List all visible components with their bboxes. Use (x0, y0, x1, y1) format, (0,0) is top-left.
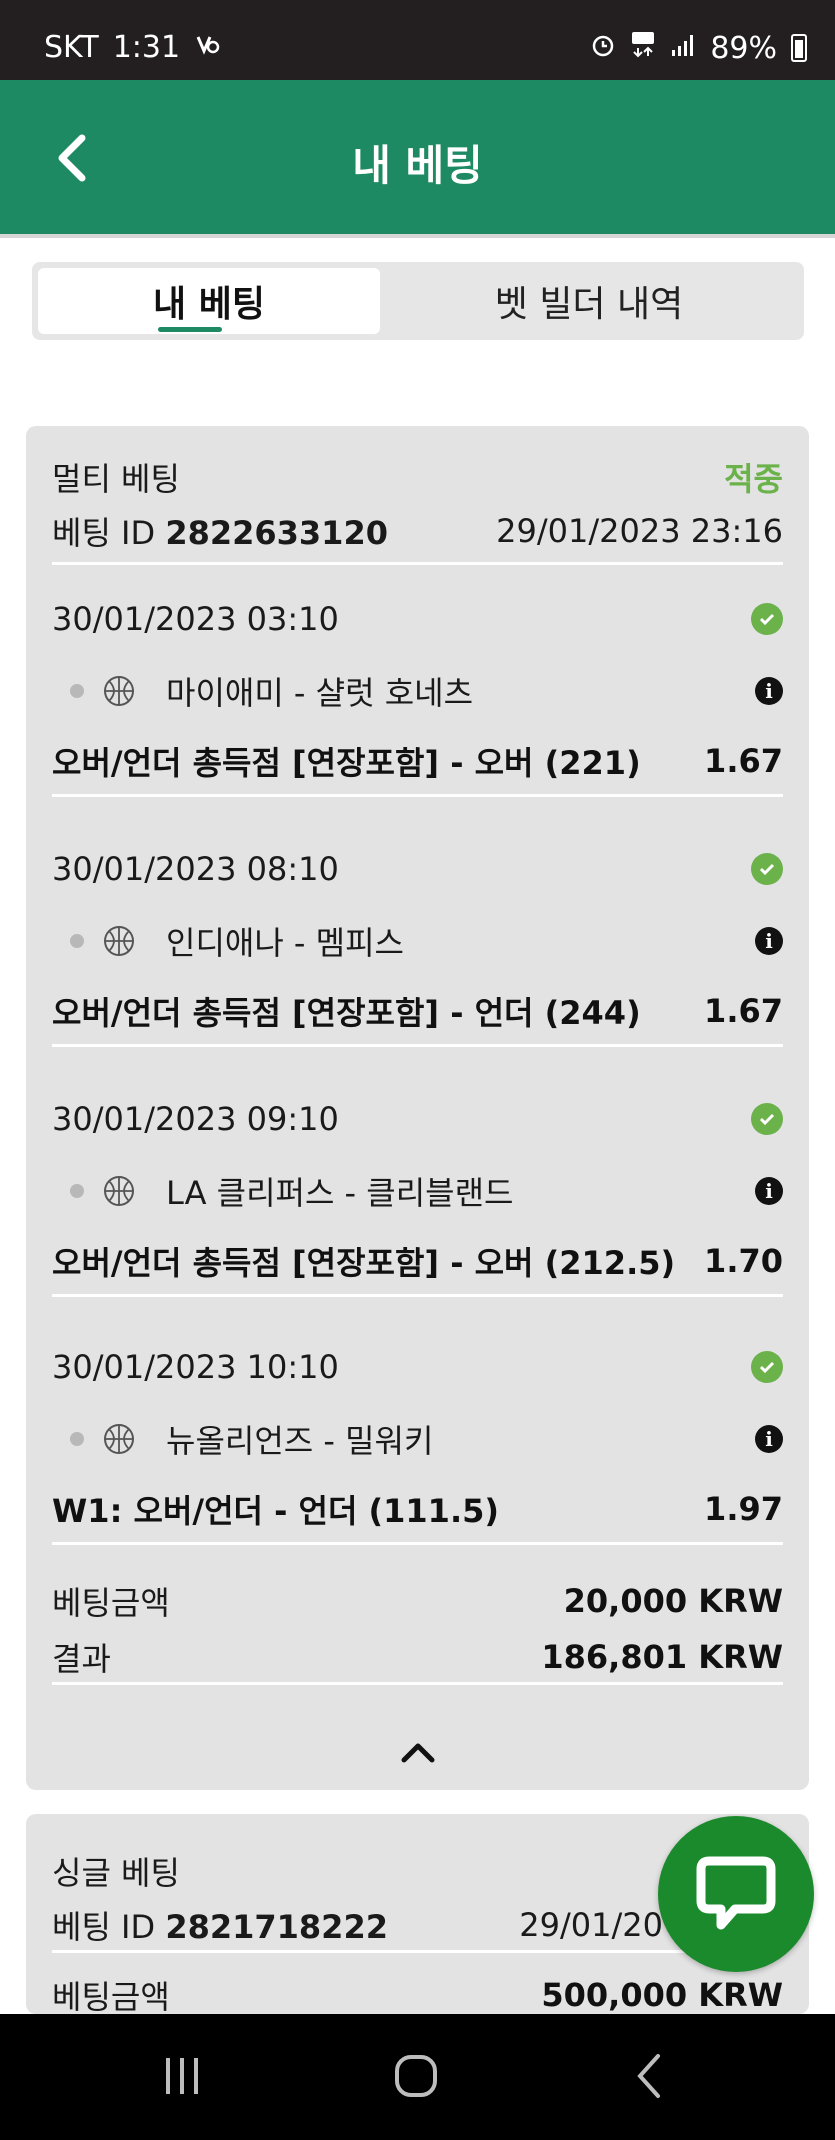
tab-label: 내 베팅 (153, 284, 265, 325)
market-selection: W1: 오버/언더 - 언더 (111.5) (52, 1492, 499, 1530)
tab-my-bets[interactable]: 내 베팅 (38, 268, 380, 334)
back-nav-button[interactable] (610, 2048, 690, 2104)
stake-label: 베팅금액 (52, 1584, 170, 1622)
bet-card-multi: 멀티 베팅 적중 베팅 ID 2822633120 29/01/2023 23:… (26, 426, 809, 1790)
recent-apps-button[interactable] (142, 2048, 222, 2104)
status-dot (70, 684, 84, 698)
match-name: LA 클리퍼스 - 클리블랜드 (166, 1174, 514, 1212)
clock: 1:31 (112, 30, 181, 65)
alarm-icon (590, 31, 616, 66)
selection-datetime: 30/01/2023 10:10 (52, 1348, 339, 1386)
bet-type: 싱글 베팅 (52, 1854, 180, 1892)
signal-icon (670, 31, 696, 66)
bet-placed-datetime: 29/01/2023 23:16 (496, 512, 783, 550)
recent-apps-icon (166, 2058, 198, 2094)
divider (52, 794, 783, 797)
selection-datetime: 30/01/2023 09:10 (52, 1100, 339, 1138)
check-circle-icon (751, 1351, 783, 1383)
basketball-icon (104, 1176, 134, 1206)
selection-datetime: 30/01/2023 08:10 (52, 850, 339, 888)
system-nav-bar (0, 2014, 835, 2140)
status-dot (70, 934, 84, 948)
5g-network-icon (630, 30, 656, 66)
basketball-icon (104, 1424, 134, 1454)
stake-label: 베팅금액 (52, 1978, 170, 2016)
market-selection: 오버/언더 총득점 [연장포함] - 언더 (244) (52, 994, 641, 1032)
header-divider (0, 234, 835, 238)
divider (52, 1682, 783, 1685)
info-icon[interactable]: i (755, 1425, 783, 1453)
battery-icon (791, 34, 807, 62)
collapse-button[interactable] (26, 1732, 809, 1772)
info-icon[interactable]: i (755, 1177, 783, 1205)
status-badge: 적중 (724, 460, 783, 498)
odds: 1.67 (704, 742, 783, 780)
info-icon[interactable]: i (755, 677, 783, 705)
stake-amount: 500,000 KRW (541, 1976, 783, 2014)
check-circle-icon (751, 603, 783, 635)
home-button[interactable] (376, 2048, 456, 2104)
chat-bubble-icon (696, 1856, 776, 1930)
market-selection: 오버/언더 총득점 [연장포함] - 오버 (212.5) (52, 1244, 676, 1282)
odds: 1.67 (704, 992, 783, 1030)
check-circle-icon (751, 853, 783, 885)
divider (52, 1542, 783, 1545)
status-dot (70, 1432, 84, 1446)
divider (52, 1950, 783, 1953)
carrier-label: SKT (44, 30, 99, 65)
match-name: 인디애나 - 멤피스 (166, 924, 404, 962)
result-amount: 186,801 KRW (541, 1638, 783, 1676)
bet-type: 멀티 베팅 (52, 460, 180, 498)
basketball-icon (104, 676, 134, 706)
bet-placed-datetime: 29/01/20 (519, 1906, 663, 1944)
chat-button[interactable] (658, 1816, 814, 1972)
bet-id: 베팅 ID 2821718222 (52, 1908, 388, 1946)
bet-id: 베팅 ID 2822633120 (52, 514, 388, 552)
home-icon (395, 2055, 437, 2097)
stake-amount: 20,000 KRW (563, 1582, 783, 1620)
divider (52, 1044, 783, 1047)
active-tab-indicator (158, 327, 222, 332)
status-bar: SKT 1:31 89% (0, 0, 835, 80)
tab-label: 벳 빌더 내역 (494, 284, 684, 325)
odds: 1.70 (704, 1242, 783, 1280)
status-dot (70, 1184, 84, 1198)
back-icon (637, 2054, 660, 2098)
divider (52, 562, 783, 565)
app-header: 내 베팅 (0, 80, 835, 234)
tab-bet-builder-history[interactable]: 벳 빌더 내역 (394, 268, 784, 334)
info-icon[interactable]: i (755, 927, 783, 955)
battery-percent: 89% (710, 30, 777, 66)
tab-bar: 내 베팅 벳 빌더 내역 (32, 262, 804, 340)
check-circle-icon (751, 1103, 783, 1135)
match-name: 뉴올리언즈 - 밀워키 (166, 1422, 434, 1460)
page-title: 내 베팅 (352, 141, 483, 190)
market-selection: 오버/언더 총득점 [연장포함] - 오버 (221) (52, 744, 641, 782)
result-label: 결과 (52, 1640, 111, 1678)
divider (52, 1294, 783, 1297)
odds: 1.97 (704, 1490, 783, 1528)
basketball-icon (104, 926, 134, 956)
vpn-key-icon (194, 30, 220, 65)
match-name: 마이애미 - 샬럿 호네츠 (166, 674, 474, 712)
chevron-up-icon (401, 1743, 434, 1763)
selection-datetime: 30/01/2023 03:10 (52, 600, 339, 638)
